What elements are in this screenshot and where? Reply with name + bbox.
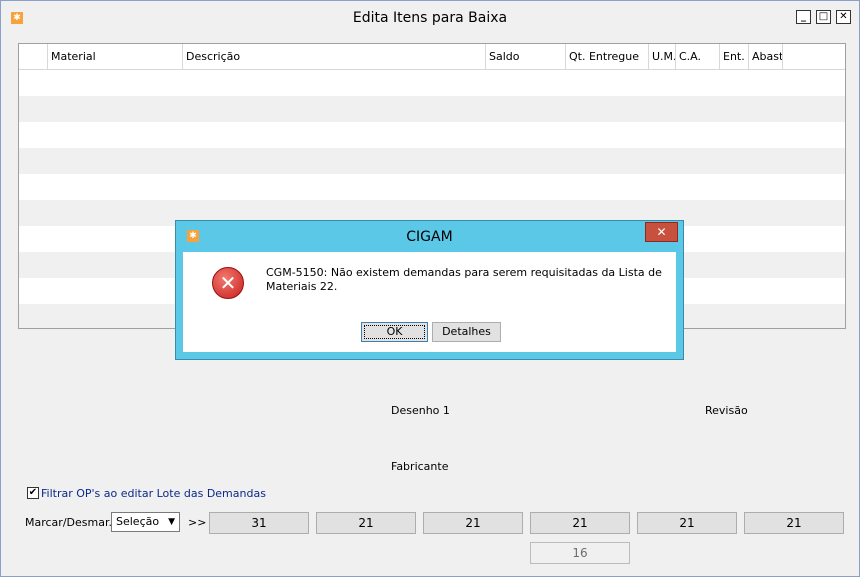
table-row[interactable] xyxy=(19,148,845,174)
count-button-6[interactable]: 21 xyxy=(744,512,844,534)
col-material[interactable]: Material xyxy=(48,44,183,69)
bottom-count-button: 16 xyxy=(530,542,630,564)
selection-value: Seleção xyxy=(116,515,160,528)
count-button-4[interactable]: 21 xyxy=(530,512,630,534)
col-selector[interactable] xyxy=(19,44,48,69)
ok-button[interactable]: OK xyxy=(361,322,428,342)
col-descricao[interactable]: Descrição xyxy=(183,44,486,69)
selection-dropdown[interactable]: Seleção ▼ xyxy=(111,512,180,532)
col-abast[interactable]: Abast. xyxy=(749,44,783,69)
close-button[interactable]: ✕ xyxy=(836,10,851,24)
filter-checkbox-label[interactable]: Filtrar OP's ao editar Lote das Demandas xyxy=(41,487,266,500)
arrows-label: >> xyxy=(188,516,207,529)
table-row[interactable] xyxy=(19,122,845,148)
chevron-down-icon: ▼ xyxy=(168,517,175,527)
window-title: Edita Itens para Baixa xyxy=(352,10,508,26)
revisao-label: Revisão xyxy=(705,404,748,417)
dialog-title: CIGAM xyxy=(406,229,453,245)
col-ent[interactable]: Ent. xyxy=(720,44,749,69)
fabricante-label: Fabricante xyxy=(391,460,449,473)
col-saldo[interactable]: Saldo xyxy=(486,44,566,69)
col-qt-entregue[interactable]: Qt. Entregue xyxy=(566,44,649,69)
filter-checkbox[interactable]: ✔ xyxy=(27,487,39,499)
maximize-button[interactable]: □ xyxy=(816,10,831,24)
grid-header: Material Descrição Saldo Qt. Entregue U.… xyxy=(19,44,845,70)
minimize-button[interactable]: _ xyxy=(796,10,811,24)
table-row[interactable] xyxy=(19,174,845,200)
error-icon: ✕ xyxy=(212,267,244,299)
table-row[interactable] xyxy=(19,70,845,96)
dialog-body: ✕ CGM-5150: Não existem demandas para se… xyxy=(183,252,676,352)
col-ca[interactable]: C.A. xyxy=(676,44,720,69)
col-um[interactable]: U.M. xyxy=(649,44,676,69)
title-bar: ✱ Edita Itens para Baixa _ □ ✕ xyxy=(1,1,859,33)
count-button-3[interactable]: 21 xyxy=(423,512,523,534)
table-row[interactable] xyxy=(19,96,845,122)
details-button[interactable]: Detalhes xyxy=(432,322,501,342)
count-button-2[interactable]: 21 xyxy=(316,512,416,534)
marcar-label: Marcar/Desmar. xyxy=(25,516,112,529)
count-button-5[interactable]: 21 xyxy=(637,512,737,534)
error-message: CGM-5150: Não existem demandas para sere… xyxy=(266,266,662,293)
error-dialog: ✱ CIGAM ✕ ✕ CGM-5150: Não existem demand… xyxy=(175,220,684,360)
desenho-label: Desenho 1 xyxy=(391,404,450,417)
dialog-close-button[interactable]: ✕ xyxy=(645,222,678,242)
count-button-1[interactable]: 31 xyxy=(209,512,309,534)
